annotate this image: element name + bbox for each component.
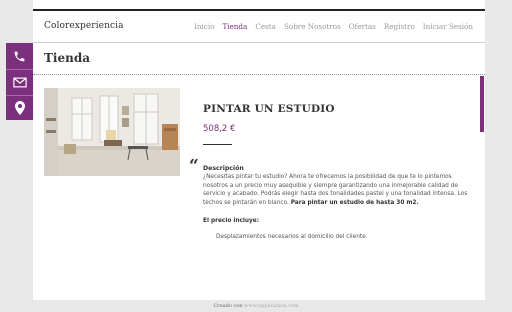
quote-icon: “ [189, 156, 199, 176]
contact-sidebar [6, 43, 33, 120]
includes-item: Desplazamientos necesarios al domicilio … [216, 234, 368, 240]
page-title: Tienda [44, 51, 91, 65]
nav-item-iniciar-sesion[interactable]: Iniciar Sesión [423, 22, 473, 31]
nav-item-registro[interactable]: Registro [384, 22, 415, 31]
nav-item-sobre-nosotros[interactable]: Sobre Nosotros [284, 22, 341, 31]
nav-item-tienda[interactable]: Tienda [222, 22, 247, 31]
location-button[interactable] [6, 95, 33, 120]
nav-divider [33, 42, 485, 43]
product-title: PINTAR UN ESTUDIO [203, 103, 335, 115]
description-heading: Descripción [203, 165, 244, 172]
description-bold-text: Para pintar un estudio de hasta 30 m2. [290, 199, 419, 206]
location-pin-icon [14, 100, 25, 115]
footer-prefix: Creado con [213, 303, 243, 309]
nav-item-ofertas[interactable]: Ofertas [349, 22, 376, 31]
nav-item-inicio[interactable]: Inicio [194, 22, 214, 31]
brand-logo[interactable]: Colorexperiencia [44, 21, 124, 31]
phone-icon [14, 51, 25, 62]
product-price: 508,2 € [203, 124, 236, 134]
footer-link[interactable]: www.upplication.com [244, 303, 298, 309]
title-divider [33, 74, 485, 75]
includes-heading: El precio incluye: [203, 218, 260, 224]
price-underline [203, 144, 232, 145]
top-border [33, 9, 485, 11]
phone-button[interactable] [6, 44, 33, 69]
scroll-accent-bar [480, 76, 484, 132]
footer: Creado con www.upplication.com [0, 303, 512, 309]
nav-item-cesta[interactable]: Cesta [255, 22, 276, 31]
product-image [44, 88, 180, 176]
product-description: ¿Necesitas pintar tu estudio? Ahora te o… [203, 173, 473, 207]
mail-icon [12, 77, 27, 88]
mail-button[interactable] [6, 70, 33, 95]
main-nav: Inicio Tienda Cesta Sobre Nosotros Ofert… [194, 22, 473, 31]
